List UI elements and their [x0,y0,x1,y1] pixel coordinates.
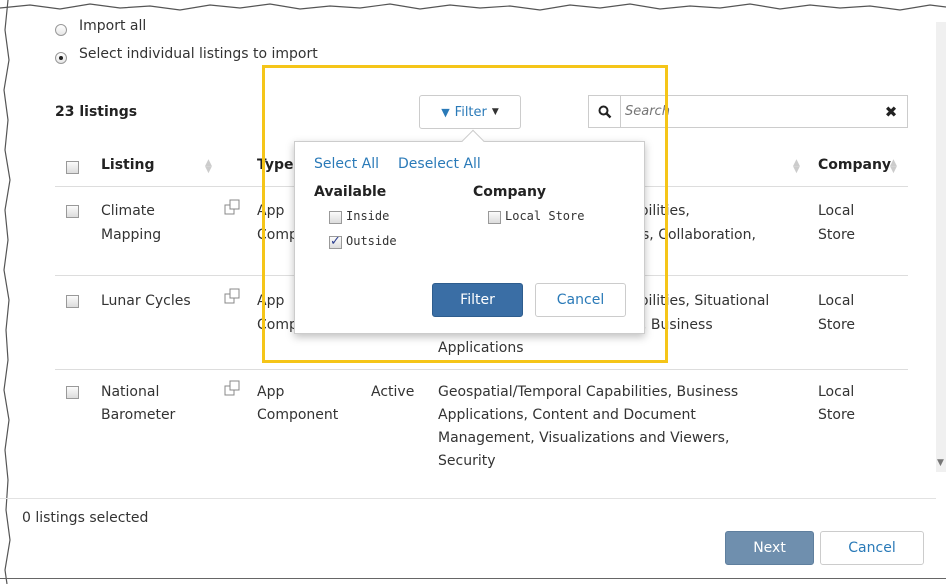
column-header-company[interactable]: Company [818,157,891,173]
listing-name-line[interactable]: Mapping [101,223,161,247]
bottom-edge [0,578,946,579]
apply-filter-button[interactable]: Filter [432,283,523,317]
import-all-radio[interactable] [55,24,67,36]
category-line: Security [438,453,496,469]
company-line: Local [818,384,855,400]
listings-count: 23 listings [55,104,138,120]
external-link-icon[interactable] [224,199,240,215]
cancel-button[interactable]: Cancel [820,531,924,565]
available-heading: Available [314,184,387,200]
torn-edge-left [3,0,11,584]
footer-divider [0,498,936,499]
type-line: Component [257,407,339,423]
select-individual-label: Select individual listings to import [79,46,318,62]
type-line: App [257,293,285,309]
search-icon [589,96,621,127]
local-store-label: Local Store [505,209,585,223]
row-checkbox[interactable] [66,205,79,218]
sort-icon[interactable]: ▲ ▼ [793,159,800,175]
type-line: App [257,203,285,219]
type-line: Comp [257,227,298,243]
inside-label: Inside [346,209,390,223]
filter-dropdown-button[interactable]: ▼ Filter ▼ [419,95,521,129]
row-divider [55,369,908,370]
listing-name-line[interactable]: Barometer [101,403,175,427]
caret-down-icon: ▼ [491,107,499,117]
select-all-checkbox[interactable] [66,161,79,174]
listing-name-line[interactable]: Climate [101,199,155,223]
status-text: Active [371,384,415,400]
company-line: Local [818,293,855,309]
company-heading: Company [473,184,547,200]
select-all-link[interactable]: Select All [314,156,379,172]
column-header-type[interactable]: Type [257,157,294,173]
next-button[interactable]: Next [725,531,814,565]
company-line: Store [818,317,856,333]
search-box: ✖ [588,95,908,128]
category-line: abilities, Situational [631,293,770,309]
filter-popup: Select All Deselect All Available Compan… [294,129,645,334]
company-line: Store [818,227,856,243]
row-checkbox[interactable] [66,386,79,399]
company-line: Store [818,407,856,423]
category-line: s, Collaboration, [642,227,756,243]
popup-arrow [461,129,485,153]
listing-name-line[interactable]: Lunar Cycles [101,289,191,313]
row-checkbox[interactable] [66,295,79,308]
outside-label: Outside [346,234,397,248]
import-all-label: Import all [79,18,147,34]
deselect-all-link[interactable]: Deselect All [398,156,481,172]
clear-search-icon[interactable]: ✖ [875,96,907,127]
category-line: , Business [642,317,713,333]
column-header-listing[interactable]: Listing [101,157,155,173]
listing-name-line[interactable]: National [101,380,159,404]
type-line: App [257,384,285,400]
inside-checkbox[interactable] [329,211,342,224]
scrollbar[interactable] [936,22,946,472]
external-link-icon[interactable] [224,288,240,304]
selected-count: 0 listings selected [22,510,149,526]
search-input[interactable] [623,98,863,125]
category-line: Management, Visualizations and Viewers, [438,430,730,446]
sort-icon[interactable]: ▲ ▼ [890,159,897,175]
torn-edge-top [0,3,946,11]
sort-icon[interactable]: ▲ ▼ [205,159,212,175]
category-line: Applications [438,340,524,356]
select-individual-radio[interactable] [55,52,67,64]
type-line: Comp [257,317,298,333]
filter-icon: ▼ [441,105,450,119]
category-line: Geospatial/Temporal Capabilities, Busine… [438,384,739,400]
external-link-icon[interactable] [224,380,240,396]
local-store-checkbox[interactable] [488,211,501,224]
company-line: Local [818,203,855,219]
outside-checkbox[interactable] [329,234,342,249]
category-line: Applications, Content and Document [438,407,696,423]
cancel-filter-button[interactable]: Cancel [535,283,626,317]
scroll-down-arrow[interactable]: ▼ [937,458,944,468]
